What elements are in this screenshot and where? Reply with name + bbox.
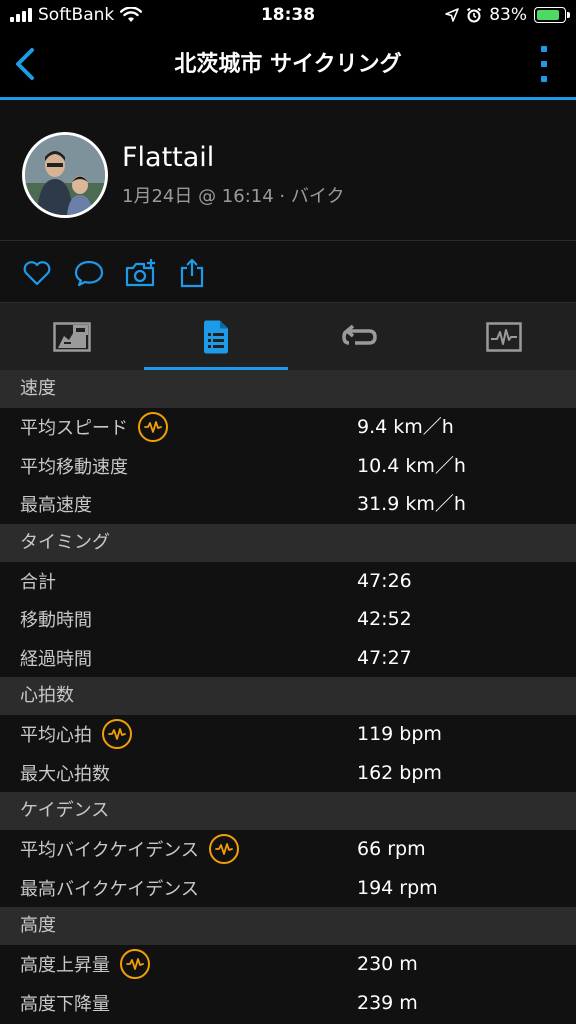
stat-value: 119 bpm: [357, 723, 442, 745]
location-arrow-icon: [445, 8, 460, 22]
camera-add-icon: [125, 259, 155, 287]
stat-label-text: 合計: [20, 571, 56, 593]
stat-row: 平均バイクケイデンス 66 rpm: [0, 830, 576, 869]
stat-row: 高度上昇量 230 m: [0, 945, 576, 984]
avatar[interactable]: [22, 132, 108, 218]
stat-label-text: 平均移動速度: [20, 456, 128, 478]
stat-label: 平均スピード: [20, 408, 168, 447]
nav-bar: 北茨城市 サイクリング: [0, 32, 576, 98]
chart-badge-icon[interactable]: [138, 412, 168, 443]
stat-value: 239 m: [357, 991, 418, 1014]
battery-fill: [537, 10, 559, 20]
stat-label: 最高速度: [20, 485, 92, 524]
stat-row: 最高バイクケイデンス 194 rpm: [0, 868, 576, 908]
section-header: 速度: [0, 370, 576, 408]
stat-label: 合計: [20, 562, 56, 601]
stat-label-text: 平均心拍: [20, 725, 92, 747]
stats-list: 速度平均スピード 9.4 km／h 平均移動速度 10.4 km／h 最高速度 31.9 …: [0, 370, 576, 1022]
stat-label-text: 移動時間: [20, 610, 92, 632]
stat-row: 平均スピード 9.4 km／h: [0, 408, 576, 447]
chart-badge-icon[interactable]: [208, 834, 239, 865]
section-header: 高度: [0, 907, 576, 945]
stat-label: 高度上昇量: [20, 945, 150, 984]
heart-icon: [23, 261, 51, 286]
activity-tabs: [0, 303, 576, 370]
stat-label: 経過時間: [20, 639, 92, 678]
avatar-photo: [25, 135, 105, 215]
action-bar: [0, 241, 576, 303]
stat-row: 移動時間 42:52: [0, 600, 576, 639]
comment-icon: [74, 260, 104, 287]
stat-label: 最高バイクケイデンス: [20, 869, 199, 908]
stat-value: 9.4 km／h: [357, 416, 454, 438]
tab-laps[interactable]: [288, 303, 432, 370]
add-photo-button[interactable]: [124, 257, 156, 289]
stat-value: 42:52: [357, 608, 412, 630]
stat-label: 平均心拍: [20, 715, 132, 754]
stat-row: 経過時間 47:27: [0, 638, 576, 678]
share-button[interactable]: [176, 257, 208, 289]
section-header: ケイデンス: [0, 792, 576, 830]
owner-name[interactable]: Flattail: [122, 142, 214, 173]
stat-value: 31.9 km／h: [357, 493, 466, 515]
stat-label-text: 高度下降量: [20, 993, 110, 1015]
more-dot: [541, 46, 547, 52]
back-button[interactable]: [8, 44, 48, 84]
status-bar: SoftBank 18:38 83%: [0, 0, 576, 32]
activity-owner: Flattail 1月24日 @ 16:14 · バイク: [0, 100, 576, 241]
stat-label: 高度下降量: [20, 984, 110, 1023]
chart-badge-icon[interactable]: [102, 719, 132, 750]
stat-label: 平均バイクケイデンス: [20, 830, 239, 869]
section-header: 心拍数: [0, 677, 576, 715]
more-dot: [541, 76, 547, 82]
share-icon: [180, 258, 204, 288]
battery-percent: 83%: [489, 5, 527, 25]
stats-list-icon: [204, 320, 228, 353]
activity-meta: 1月24日 @ 16:14 · バイク: [122, 186, 345, 207]
stat-value: 47:26: [357, 569, 412, 592]
stat-label-text: 高度上昇量: [20, 955, 110, 977]
stat-row: 平均心拍 119 bpm: [0, 715, 576, 754]
stat-label: 平均移動速度: [20, 447, 128, 486]
stat-row: 最高速度 31.9 km／h: [0, 485, 576, 524]
chevron-left-icon: [16, 48, 34, 80]
page-title: 北茨城市 サイクリング: [174, 52, 402, 77]
like-button[interactable]: [21, 257, 53, 289]
more-dot: [541, 61, 547, 67]
battery-icon: [534, 7, 570, 23]
section-header: タイミング: [0, 523, 576, 562]
comment-button[interactable]: [73, 257, 105, 289]
stat-row: 高度下降量 239 m: [0, 983, 576, 1023]
graph-icon: [486, 321, 522, 352]
stat-label-text: 最大心拍数: [20, 763, 110, 785]
stat-value: 230 m: [357, 953, 418, 975]
stat-label-text: 経過時間: [20, 648, 92, 670]
stat-value: 10.4 km／h: [357, 454, 466, 477]
stat-value: 47:27: [357, 646, 412, 669]
tab-overview[interactable]: [0, 303, 144, 370]
stat-label-text: 平均バイクケイデンス: [20, 840, 199, 862]
tab-graphs[interactable]: [432, 303, 576, 370]
stat-value: 162 bpm: [357, 761, 442, 784]
stat-label-text: 平均スピード: [20, 418, 128, 440]
stat-value: 194 rpm: [357, 876, 438, 899]
stat-row: 平均移動速度 10.4 km／h: [0, 446, 576, 486]
tab-stats[interactable]: [144, 303, 288, 370]
stat-label: 最大心拍数: [20, 754, 110, 793]
stat-label-text: 最高速度: [20, 495, 92, 517]
stat-label: 移動時間: [20, 600, 92, 639]
stat-row: 最大心拍数 162 bpm: [0, 753, 576, 793]
more-menu-button[interactable]: [532, 46, 556, 82]
status-right: 83%: [445, 5, 570, 25]
alarm-icon: [467, 7, 482, 23]
laps-icon: [342, 324, 377, 345]
stat-value: 66 rpm: [357, 838, 426, 860]
chart-badge-icon[interactable]: [120, 949, 150, 980]
stat-row: 合計 47:26: [0, 561, 576, 601]
stat-label-text: 最高バイクケイデンス: [20, 878, 199, 900]
overview-chart-icon: [53, 321, 91, 352]
